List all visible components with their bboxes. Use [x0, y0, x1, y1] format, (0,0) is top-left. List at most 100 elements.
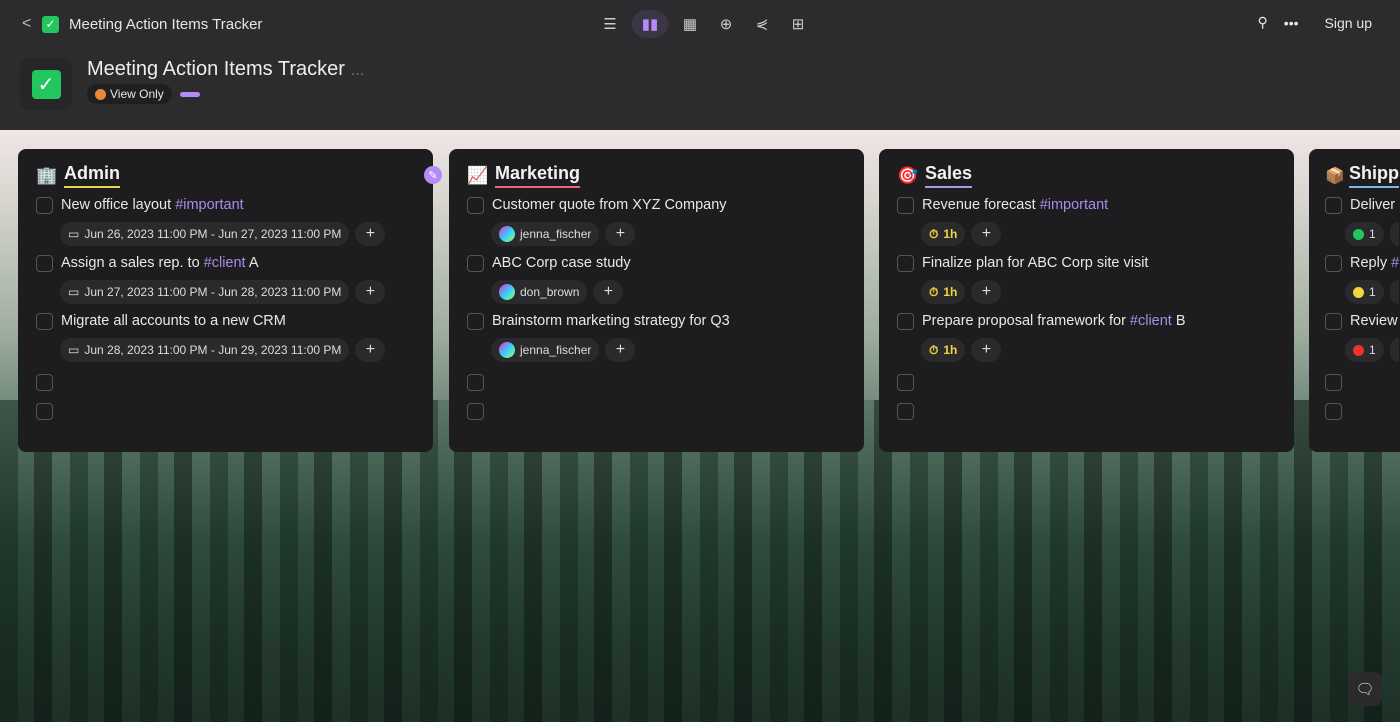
- empty-task-checkbox[interactable]: [467, 374, 484, 391]
- task-user-chip[interactable]: jenna_fischer: [491, 222, 600, 246]
- task-text: Revenue forecast: [922, 197, 1040, 213]
- task-item[interactable]: Migrate all accounts to a new CRM: [36, 310, 415, 332]
- column-title[interactable]: Shipp: [1349, 163, 1399, 188]
- add-property-button[interactable]: [1389, 338, 1399, 362]
- add-property-button[interactable]: +: [355, 280, 386, 304]
- list-view-icon[interactable]: ☰: [596, 10, 624, 38]
- task-checkbox[interactable]: [1325, 312, 1342, 330]
- empty-task-checkbox[interactable]: [897, 374, 914, 391]
- task-priority-chip[interactable]: 1: [1345, 222, 1384, 246]
- empty-task-checkbox[interactable]: [1325, 374, 1342, 391]
- task-item[interactable]: Prepare proposal framework for #client B: [897, 310, 1276, 332]
- add-property-button[interactable]: +: [971, 222, 1002, 246]
- task-timer-chip[interactable]: ⏱ 1h: [921, 222, 966, 246]
- task-date-chip[interactable]: ▭ Jun 28, 2023 11:00 PM - Jun 29, 2023 11…: [60, 338, 350, 362]
- empty-task-checkbox[interactable]: [897, 403, 914, 420]
- timer-icon: ⏱: [929, 226, 939, 241]
- title-more-button[interactable]: ...: [351, 62, 364, 79]
- column-emoji-icon: 🏢: [36, 165, 58, 185]
- column-title[interactable]: Sales: [925, 163, 973, 188]
- task-tag[interactable]: #important: [1040, 197, 1109, 213]
- task-item[interactable]: Reply #: [1325, 252, 1400, 274]
- task-tag[interactable]: #important: [175, 197, 244, 213]
- column-title[interactable]: Admin: [64, 163, 120, 188]
- add-property-button[interactable]: +: [605, 222, 636, 246]
- empty-task-checkbox[interactable]: [36, 374, 53, 391]
- calendar-view-icon[interactable]: ▦: [676, 10, 704, 38]
- task-checkbox[interactable]: [467, 196, 484, 214]
- column-emoji-icon: 📦: [1325, 167, 1345, 185]
- add-property-button[interactable]: +: [593, 280, 624, 304]
- task-checkbox[interactable]: [36, 312, 53, 330]
- column-marketing: 📈 Marketing Customer quote from XYZ Compan…: [449, 149, 864, 452]
- task-date-chip[interactable]: ▭ Jun 27, 2023 11:00 PM - Jun 28, 2023 11…: [60, 280, 350, 304]
- task-checkbox[interactable]: [467, 312, 484, 330]
- task-timer-chip[interactable]: ⏱ 1h: [921, 338, 966, 362]
- add-property-button[interactable]: +: [605, 338, 636, 362]
- hierarchy-view-icon[interactable]: ⊞: [784, 10, 812, 38]
- task-checkbox[interactable]: [1325, 254, 1342, 272]
- task-item[interactable]: Revenue forecast #important: [897, 194, 1276, 216]
- task-item[interactable]: Brainstorm marketing strategy for Q3: [467, 310, 846, 332]
- chip-label: Jun 28, 2023 11:00 PM - Jun 29, 2023 11:…: [84, 343, 342, 357]
- task-item[interactable]: Review: [1325, 310, 1400, 332]
- task-checkbox[interactable]: [897, 312, 914, 330]
- column-title[interactable]: Marketing: [495, 163, 581, 188]
- chip-label: 1h: [943, 285, 958, 299]
- calendar-icon: ▭: [68, 227, 80, 241]
- task-tag[interactable]: #client: [204, 255, 246, 271]
- task-checkbox[interactable]: [1325, 196, 1342, 214]
- timer-icon: ⏱: [929, 284, 939, 299]
- back-icon[interactable]: <: [22, 15, 36, 33]
- sign-up-button[interactable]: Sign up: [1325, 15, 1372, 31]
- task-text: Deliver: [1350, 197, 1396, 213]
- task-text: Review: [1350, 313, 1398, 329]
- table-view-icon[interactable]: ⊕: [712, 10, 740, 38]
- chat-icon[interactable]: 🗨: [1348, 672, 1382, 706]
- task-item[interactable]: ABC Corp case study: [467, 252, 846, 274]
- chip-label: 1h: [943, 343, 958, 357]
- page-title: Meeting Action Items Tracker: [87, 58, 345, 80]
- more-icon[interactable]: •••: [1284, 15, 1299, 31]
- task-text: ABC Corp case study: [492, 255, 631, 271]
- task-checkbox[interactable]: [467, 254, 484, 272]
- task-tag[interactable]: #: [1391, 255, 1399, 271]
- add-property-button[interactable]: +: [971, 280, 1002, 304]
- task-timer-chip[interactable]: ⏱ 1h: [921, 280, 966, 304]
- priority-dot-icon: [1353, 344, 1364, 356]
- chip-label: 1: [1369, 227, 1376, 241]
- chip-label: Jun 26, 2023 11:00 PM - Jun 27, 2023 11:…: [84, 227, 342, 241]
- edit-icon[interactable]: ✎: [424, 166, 442, 184]
- priority-dot-icon: [1353, 286, 1364, 298]
- add-property-button[interactable]: [1389, 280, 1399, 304]
- task-user-chip[interactable]: jenna_fischer: [491, 338, 600, 362]
- task-priority-chip[interactable]: 1: [1345, 280, 1384, 304]
- add-property-button[interactable]: +: [355, 338, 386, 362]
- task-item[interactable]: Customer quote from XYZ Company: [467, 194, 846, 216]
- task-checkbox[interactable]: [897, 254, 914, 272]
- task-user-chip[interactable]: don_brown: [491, 280, 588, 304]
- empty-task-checkbox[interactable]: [1325, 403, 1342, 420]
- task-tag[interactable]: #client: [1130, 313, 1172, 329]
- nav-title: Meeting Action Items Tracker: [69, 15, 263, 33]
- view-switcher: ☰ ▮▮ ▦ ⊕ ⋞ ⊞: [596, 10, 812, 38]
- priority-dot-icon: [1353, 228, 1364, 240]
- board-view-icon[interactable]: ▮▮: [632, 10, 668, 38]
- add-property-button[interactable]: [1389, 222, 1399, 246]
- task-item[interactable]: New office layout #important: [36, 194, 415, 216]
- task-checkbox[interactable]: [36, 254, 53, 272]
- empty-task-checkbox[interactable]: [36, 403, 53, 420]
- share-graph-icon[interactable]: ⋞: [748, 10, 776, 38]
- column-admin: 🏢 Admin New office layout #important ▭ Jun 2…: [18, 149, 433, 452]
- add-property-button[interactable]: +: [355, 222, 386, 246]
- task-item[interactable]: Deliver: [1325, 194, 1400, 216]
- empty-task-checkbox[interactable]: [467, 403, 484, 420]
- task-checkbox[interactable]: [897, 196, 914, 214]
- task-checkbox[interactable]: [36, 196, 53, 214]
- add-property-button[interactable]: +: [971, 338, 1002, 362]
- task-priority-chip[interactable]: 1: [1345, 338, 1384, 362]
- search-icon[interactable]: ⚲: [1258, 14, 1268, 31]
- task-item[interactable]: Finalize plan for ABC Corp site visit: [897, 252, 1276, 274]
- task-item[interactable]: Assign a sales rep. to #client A: [36, 252, 415, 274]
- task-date-chip[interactable]: ▭ Jun 26, 2023 11:00 PM - Jun 27, 2023 11…: [60, 222, 350, 246]
